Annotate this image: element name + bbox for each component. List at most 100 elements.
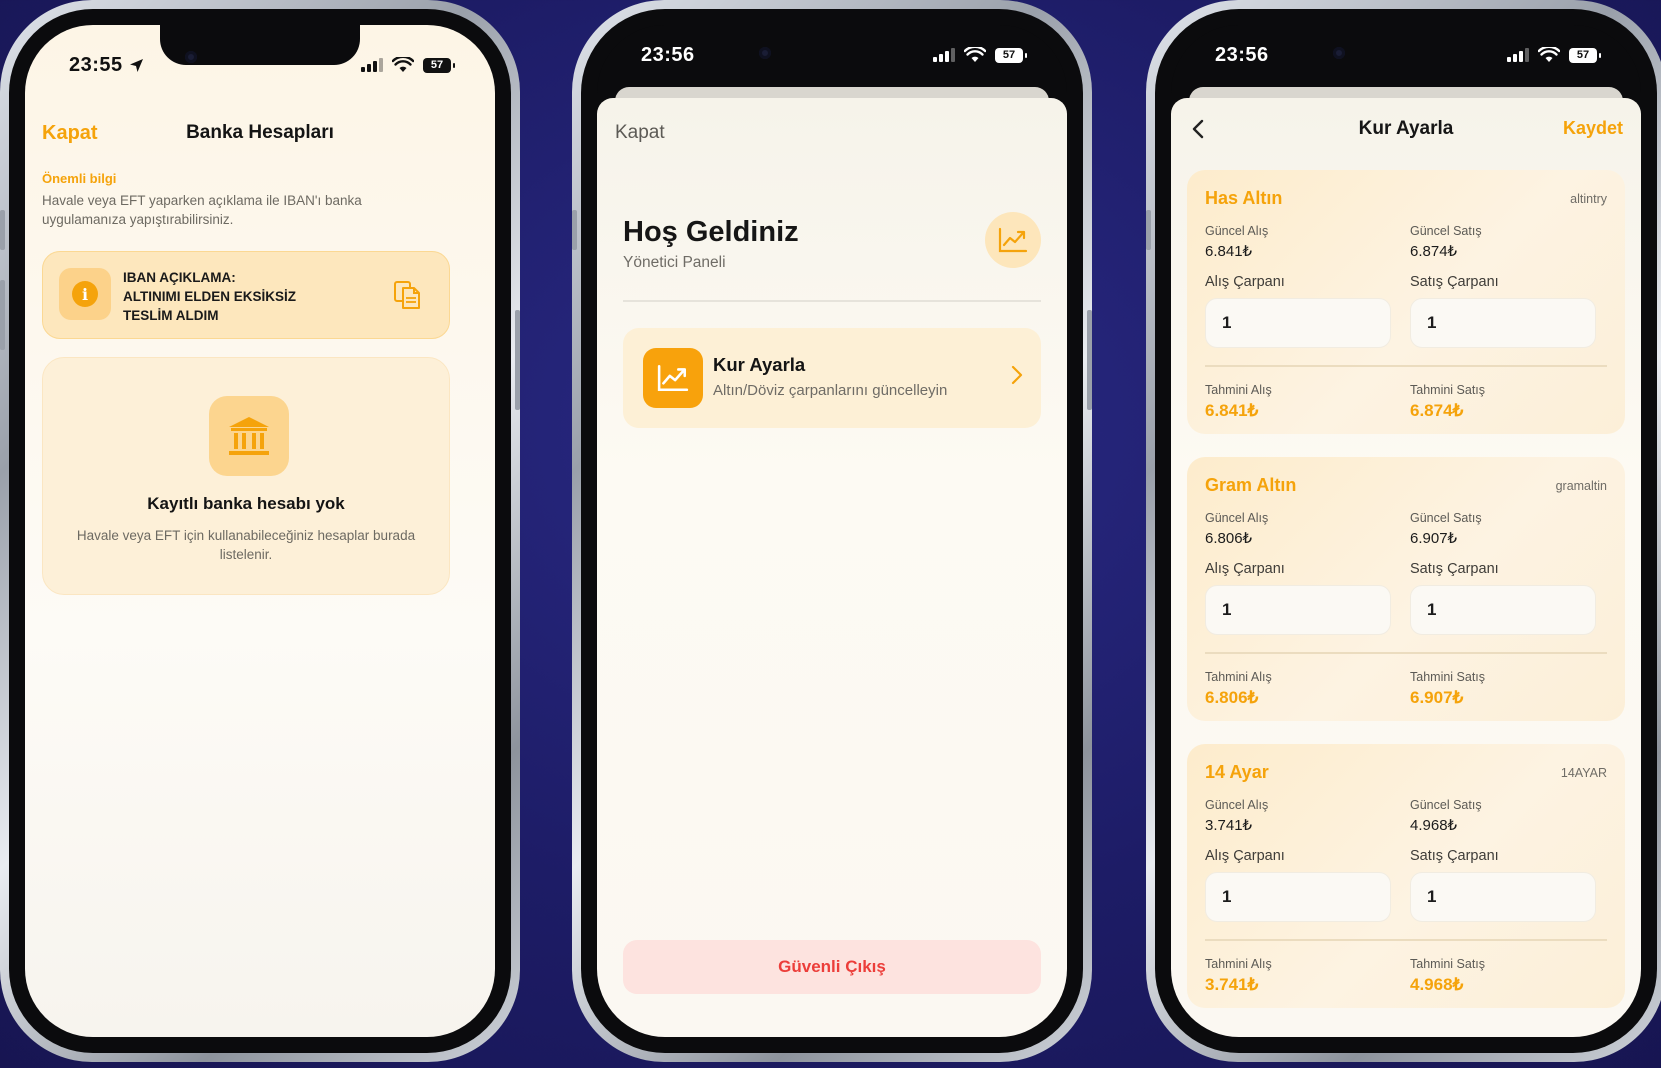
- divider: [1205, 365, 1607, 367]
- buy-multiplier-input[interactable]: 1: [1205, 872, 1391, 922]
- iban-line-3: TESLİM ALDIM: [123, 308, 219, 323]
- estimated-buy-label: Tahmini Alış: [1205, 957, 1272, 971]
- info-text: Havale veya EFT yaparken açıklama ile IB…: [42, 193, 362, 227]
- current-buy-value: 6.841₺: [1205, 243, 1253, 260]
- info-icon-box: i: [59, 268, 111, 320]
- estimated-sell-label: Tahmini Satış: [1410, 383, 1486, 397]
- signal-icon: [1507, 48, 1529, 62]
- copy-icon[interactable]: [393, 280, 421, 310]
- side-button: [515, 310, 520, 410]
- signal-icon: [361, 58, 383, 72]
- chart-trend-icon: [657, 364, 689, 392]
- wifi-icon: [392, 57, 414, 72]
- current-buy-label: Güncel Alış: [1205, 798, 1269, 812]
- close-button[interactable]: Kapat: [615, 122, 665, 144]
- estimated-buy-label: Tahmini Alış: [1205, 670, 1272, 684]
- current-sell-value: 6.907₺: [1410, 530, 1458, 547]
- divider: [1205, 939, 1607, 941]
- rate-name: Gram Altın: [1205, 475, 1297, 495]
- current-sell-label: Güncel Satış: [1410, 224, 1482, 238]
- estimated-buy-value: 6.841₺: [1205, 401, 1259, 420]
- welcome-subtitle: Yönetici Paneli: [623, 254, 726, 271]
- sell-multiplier-input[interactable]: 1: [1410, 585, 1596, 635]
- empty-title: Kayıtlı banka hesabı yok: [147, 494, 345, 513]
- phone-admin-panel: 23:56 57 Kapat Hoş Geldiniz Yönetici Pan…: [572, 0, 1092, 1062]
- info-title: Önemli bilgi: [42, 171, 117, 186]
- menu-item-title: Kur Ayarla: [713, 354, 806, 375]
- sell-multiplier-input[interactable]: 1: [1410, 872, 1596, 922]
- estimated-sell-value: 4.968₺: [1410, 975, 1464, 994]
- current-buy-value: 3.741₺: [1205, 817, 1253, 834]
- current-sell-label: Güncel Satış: [1410, 798, 1482, 812]
- buy-multiplier-input[interactable]: 1: [1205, 298, 1391, 348]
- current-buy-label: Güncel Alış: [1205, 224, 1269, 238]
- bank-icon: [229, 417, 269, 455]
- current-buy-value: 6.806₺: [1205, 530, 1253, 547]
- divider: [1205, 652, 1607, 654]
- divider: [623, 300, 1041, 302]
- page-title: Banka Hesapları: [186, 122, 334, 143]
- nav-bar: Kapat Banka Hesapları: [25, 113, 495, 153]
- page-title: Kur Ayarla: [1358, 118, 1454, 139]
- status-bar: 23:56 57: [597, 25, 1067, 85]
- sell-multiplier-input[interactable]: 1: [1410, 298, 1596, 348]
- screen-bank-accounts: 23:55 57 Kapat Banka Hesapları Önemli bi…: [25, 25, 495, 1037]
- chart-badge: [985, 212, 1041, 268]
- status-bar: 23:56 57: [1171, 25, 1641, 85]
- side-button: [0, 280, 5, 350]
- buy-multiplier-input[interactable]: 1: [1205, 585, 1391, 635]
- save-button[interactable]: Kaydet: [1563, 118, 1623, 139]
- welcome-title: Hoş Geldiniz: [623, 216, 799, 248]
- current-sell-value: 4.968₺: [1410, 817, 1458, 834]
- chevron-right-icon: [1011, 365, 1023, 385]
- buy-multiplier-label: Alış Çarpanı: [1205, 561, 1285, 577]
- rate-name: Has Altın: [1205, 188, 1283, 208]
- side-button: [1146, 210, 1151, 250]
- back-chevron-icon[interactable]: [1191, 118, 1205, 140]
- estimated-sell-value: 6.874₺: [1410, 401, 1464, 420]
- sell-multiplier-label: Satış Çarpanı: [1410, 274, 1499, 290]
- empty-state-card: Kayıtlı banka hesabı yok Havale veya EFT…: [42, 357, 450, 595]
- phone-bezel: 23:56 57 Kapat Hoş Geldiniz Yönetici Pan…: [581, 9, 1083, 1053]
- iban-description: IBAN AÇIKLAMA: ALTINIMI ELDEN EKSİKSİZ T…: [123, 268, 296, 325]
- wifi-icon: [1538, 47, 1560, 62]
- wifi-icon: [964, 47, 986, 62]
- front-camera: [1333, 47, 1345, 59]
- buy-multiplier-label: Alış Çarpanı: [1205, 274, 1285, 290]
- buy-multiplier-label: Alış Çarpanı: [1205, 848, 1285, 864]
- estimated-buy-value: 3.741₺: [1205, 975, 1259, 994]
- status-time: 23:56: [641, 43, 695, 66]
- current-sell-value: 6.874₺: [1410, 243, 1458, 260]
- secure-logout-button[interactable]: Güvenli Çıkış: [623, 940, 1041, 994]
- sell-multiplier-label: Satış Çarpanı: [1410, 561, 1499, 577]
- menu-item-subtitle: Altın/Döviz çarpanlarını güncelleyin: [713, 382, 948, 399]
- battery-icon: 57: [1569, 47, 1601, 63]
- battery-icon: 57: [995, 47, 1027, 63]
- iban-description-card[interactable]: i IBAN AÇIKLAMA: ALTINIMI ELDEN EKSİKSİZ…: [42, 251, 450, 339]
- rate-code: gramaltin: [1555, 479, 1607, 493]
- iban-line-2: ALTINIMI ELDEN EKSİKSİZ: [123, 289, 297, 304]
- screen-admin-panel: 23:56 57 Kapat Hoş Geldiniz Yönetici Pan…: [597, 25, 1067, 1037]
- rate-card: 14 Ayar 14AYAR Güncel Alış Güncel Satış …: [1187, 744, 1625, 1008]
- estimated-buy-label: Tahmini Alış: [1205, 383, 1272, 397]
- estimated-sell-label: Tahmini Satış: [1410, 957, 1486, 971]
- sell-multiplier-label: Satış Çarpanı: [1410, 848, 1499, 864]
- status-time: 23:56: [1215, 43, 1269, 66]
- screen-rate-settings: 23:56 57 Kur Ayarla Kaydet Has Altın alt…: [1171, 25, 1641, 1037]
- side-button: [0, 210, 5, 250]
- estimated-buy-value: 6.806₺: [1205, 688, 1259, 707]
- front-camera: [185, 51, 197, 63]
- estimated-sell-value: 6.907₺: [1410, 688, 1464, 707]
- menu-item-kur-ayarla[interactable]: Kur Ayarla Altın/Döviz çarpanlarını günc…: [623, 328, 1041, 428]
- side-button: [1087, 310, 1092, 410]
- chart-icon-box: [643, 348, 703, 408]
- admin-sheet: Kapat Hoş Geldiniz Yönetici Paneli Kur A…: [597, 98, 1067, 1037]
- battery-icon: 57: [423, 57, 455, 73]
- empty-description: Havale veya EFT için kullanabileceğiniz …: [76, 528, 416, 562]
- close-button[interactable]: Kapat: [42, 122, 98, 145]
- rate-card: Has Altın altintry Güncel Alış Güncel Sa…: [1187, 170, 1625, 434]
- rate-name: 14 Ayar: [1205, 762, 1269, 782]
- rate-card: Gram Altın gramaltin Güncel Alış Güncel …: [1187, 457, 1625, 721]
- current-sell-label: Güncel Satış: [1410, 511, 1482, 525]
- phone-rate-settings: 23:56 57 Kur Ayarla Kaydet Has Altın alt…: [1146, 0, 1661, 1062]
